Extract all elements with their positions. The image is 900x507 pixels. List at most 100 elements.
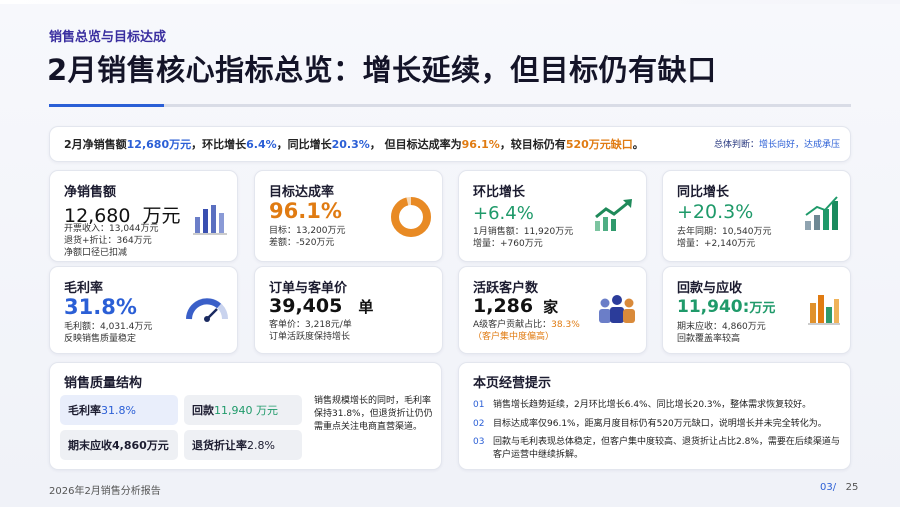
section-title: 本页经营提示	[473, 376, 552, 391]
kpi-card-target-rate: 目标达成率 96.1% 目标：13,200万元 差额：-520万元	[254, 170, 443, 262]
summary-text-2: ，环比增长	[191, 138, 247, 151]
kpi-title: 环比增长	[473, 185, 526, 200]
kpi-card-yoy: 同比增长 +20.3% 去年同期：10,540万元 增量：+2,140万元	[662, 170, 851, 262]
kpi-value: 39,405 单	[269, 295, 373, 317]
judgement-value: 增长向好，达成承压	[758, 140, 840, 150]
kpi-sub-value: 38.3%	[551, 320, 580, 330]
title-rule-accent	[49, 104, 164, 107]
kpi-sub: 客单价：3,218元/单 订单活跃度保持增长	[269, 319, 352, 343]
summary-text-1: 2月净销售额	[64, 138, 127, 151]
overall-judgement: 总体判断：增长向好，达成承压	[714, 137, 840, 150]
kpi-unit: 万元	[749, 301, 776, 316]
summary-text-6: 。	[632, 138, 644, 151]
tip-number: 03	[473, 437, 485, 447]
page-number: 03/ 25	[820, 482, 858, 493]
tip-item: 03 回款与毛利表现总体稳定，但客户集中度较高、退货折让占比2.8%，需要在后续渠…	[473, 436, 843, 462]
quality-pill-margin: 毛利率 31.8%	[60, 395, 178, 425]
kpi-title: 活跃客户数	[473, 281, 539, 296]
kpi-title: 目标达成率	[269, 185, 335, 200]
pill-label: 退货折让率	[192, 439, 247, 452]
kpi-value: 11,940:万元	[677, 297, 776, 317]
kpi-sub-label: A级客户贡献占比：	[473, 320, 552, 330]
pill-value: 11,940 万元	[214, 404, 278, 417]
pill-label: 回款	[192, 404, 214, 417]
summary-yoy: 20.3%	[331, 137, 370, 151]
trend-up-icon	[595, 199, 632, 231]
kpi-sub-line: （客户集中度偏高）	[473, 332, 555, 342]
kpi-value: 96.1%	[269, 199, 342, 223]
progress-ring-icon	[391, 197, 431, 237]
gauge-icon	[186, 298, 228, 322]
kpi-sub-line: 回款覆盖率较高	[677, 334, 741, 344]
kpi-sub: 1月销售额：11,920万元 增量：+760万元	[473, 226, 573, 250]
tip-number: 01	[473, 400, 485, 410]
judgement-label: 总体判断：	[713, 140, 759, 150]
kpi-sub: 毛利额：4,031.4万元 反映销售质量稳定	[64, 321, 152, 345]
summary-mom: 6.4%	[246, 137, 277, 151]
summary-gap: 520万元缺口	[565, 138, 633, 151]
quality-note: 销售规模增长的同时，毛利率保持31.8%，但退货折让仍仍需重点关注电商直营渠道。	[314, 396, 433, 432]
kpi-sub-line: 目标：13,200万元	[269, 226, 346, 236]
kpi-sub-line: A级客户贡献占比：38.3%	[473, 319, 580, 331]
kpi-card-customers: 活跃客户数 1,286 家 A级客户贡献占比：38.3% （客户集中度偏高）	[458, 266, 647, 354]
kpi-sub-line: 净额口径已扣减	[64, 248, 128, 258]
kpi-sub-line: 订单活跃度保持增长	[269, 332, 351, 342]
kpi-card-gross-margin: 毛利率 31.8% 毛利额：4,031.4万元 反映销售质量稳定	[49, 266, 238, 354]
kpi-number: 11,940	[677, 297, 743, 317]
kpi-value: +6.4%	[473, 203, 534, 224]
tip-text: 目标达成率仅96.1%，距离月度目标仍有520万元缺口，说明增长并未完全转化为。	[493, 419, 827, 429]
tip-item: 01 销售增长趋势延续，2月环比增长6.4%、同比增长20.3%，整体需求恢复较好…	[473, 399, 843, 412]
tip-number: 02	[473, 419, 485, 429]
kpi-sub-line: 毛利额：4,031.4万元	[64, 322, 153, 332]
pill-value: 2.8%	[247, 438, 275, 452]
tip-text: 回款与毛利表现总体稳定，但客户集中度较高、退货折让占比2.8%，需要在后续渠道与…	[493, 437, 840, 460]
kpi-sub-line: 差额：-520万元	[269, 238, 335, 248]
kpi-sub-line: 期末应收：4,860万元	[677, 322, 766, 332]
kpi-title: 回款与应收	[677, 281, 743, 296]
pill-label: 期末应收	[68, 439, 112, 452]
kpi-sub: A级客户贡献占比：38.3% （客户集中度偏高）	[473, 319, 580, 343]
quality-pill-return-rate: 退货折让率 2.8%	[184, 430, 302, 460]
kpi-sub-line: 反映销售质量稳定	[64, 334, 137, 344]
kpi-sub-line: 增量：+760万元	[473, 239, 543, 249]
summary-bar: 2月净销售额 12,680万元 ，环比增长 6.4% ，同比增长 20.3% ，…	[49, 126, 851, 162]
summary-text-5: ，较目标仍有	[499, 138, 566, 151]
bar-chart-icon	[193, 205, 227, 235]
kpi-card-mom: 环比增长 +6.4% 1月销售额：11,920万元 增量：+760万元	[458, 170, 647, 262]
kpi-sub-line: 退货+折让：364万元	[64, 236, 152, 246]
kpi-sub-line: 增量：+2,140万元	[677, 239, 756, 249]
kpi-sub-line: 客单价：3,218元/单	[269, 320, 352, 330]
kpi-number: 39,405	[269, 295, 343, 317]
summary-text-4: ， 但目标达成率为	[369, 138, 462, 151]
kpi-value: 1,286 家	[473, 295, 558, 317]
kpi-sub-line: 1月销售额：11,920万元	[473, 227, 574, 237]
kpi-sub-line: 去年同期：10,540万元	[677, 227, 772, 237]
kpi-card-net-sales: 净销售额 12,680 万元 开票收入：13,044万元 退货+折让：364万元 …	[49, 170, 238, 262]
section-title: 销售质量结构	[64, 376, 143, 391]
kpi-unit: 家	[543, 298, 559, 316]
kpi-number: 1,286	[473, 295, 534, 317]
pill-label: 毛利率	[68, 404, 101, 417]
sales-quality-card: 销售质量结构 毛利率 31.8% 回款 11,940 万元 期末应收 4,860万元 …	[49, 362, 442, 470]
summary-net-sales: 12,680万元	[126, 138, 192, 151]
users-group-icon	[599, 295, 635, 323]
column-chart-icon	[808, 295, 840, 325]
page-title: 2月销售核心指标总览：增长延续，但目标仍有缺口	[47, 53, 717, 87]
kpi-sub: 去年同期：10,540万元 增量：+2,140万元	[677, 226, 772, 250]
pill-value: 31.8%	[101, 403, 136, 417]
kpi-title: 净销售额	[64, 185, 117, 200]
section-eyebrow: 销售总览与目标达成	[49, 30, 167, 45]
kpi-sub: 期末应收：4,860万元 回款覆盖率较高	[677, 321, 766, 345]
quality-pill-collection: 回款 11,940 万元	[184, 395, 302, 425]
operating-tips-card: 本页经营提示 01 销售增长趋势延续，2月环比增长6.4%、同比增长20.3%，整…	[458, 362, 851, 470]
kpi-value: 31.8%	[64, 295, 137, 319]
footer-report-name: 2026年2月销售分析报告	[49, 486, 161, 497]
tip-text: 销售增长趋势延续，2月环比增长6.4%、同比增长20.3%，整体需求恢复较好。	[493, 400, 812, 410]
kpi-title: 订单与客单价	[269, 281, 348, 296]
kpi-sub-line: 开票收入：13,044万元	[64, 224, 159, 234]
kpi-value: +20.3%	[677, 201, 754, 223]
pill-value: 4,860万元	[112, 439, 169, 452]
kpi-unit: 单	[358, 298, 374, 316]
quality-pill-receivable: 期末应收 4,860万元	[60, 430, 178, 460]
kpi-title: 毛利率	[64, 281, 104, 296]
